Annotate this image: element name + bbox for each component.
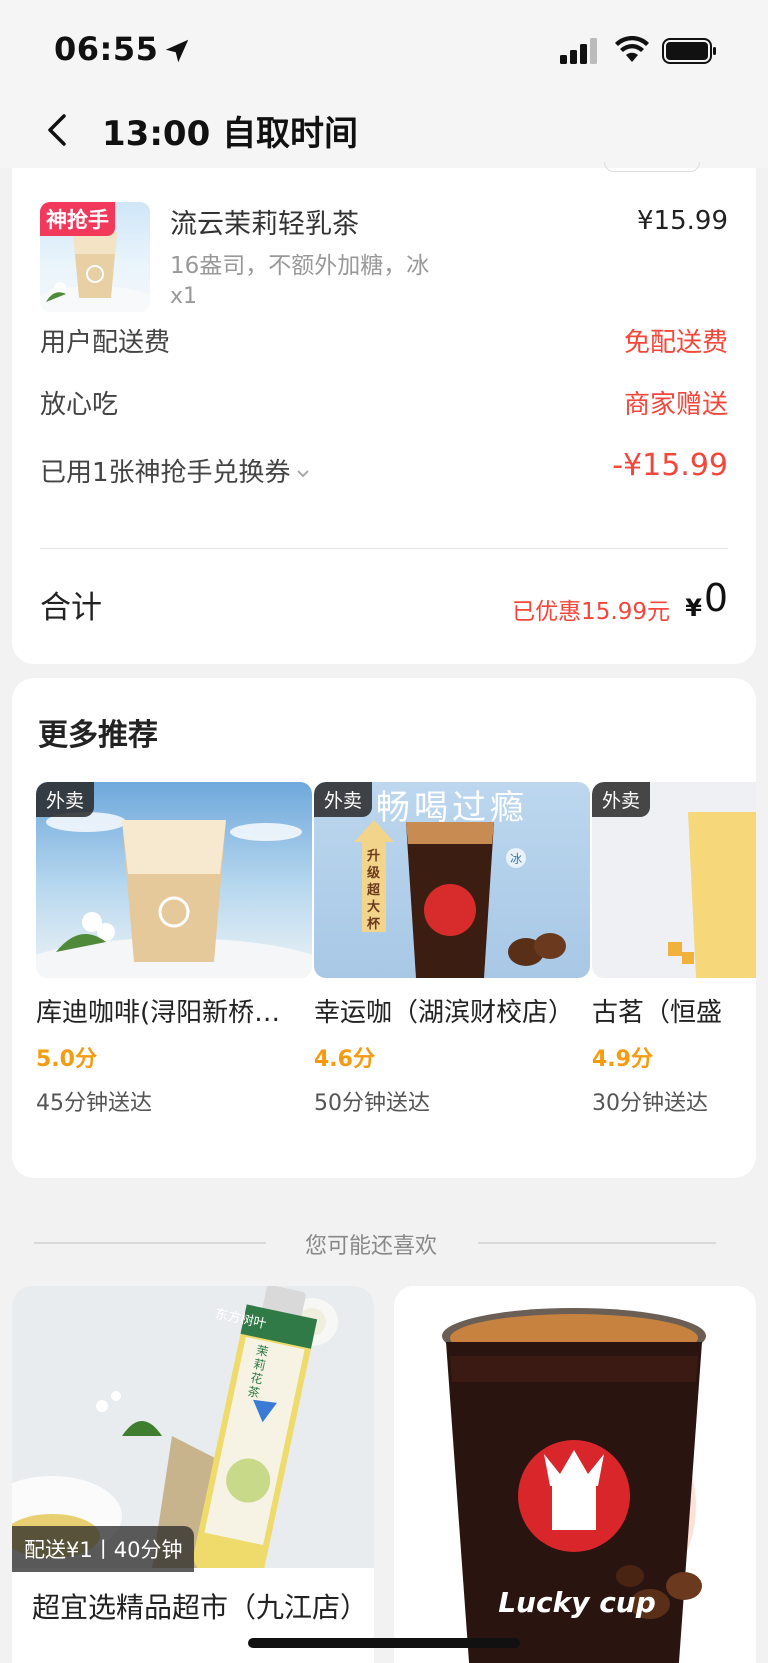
coupon-row[interactable]: 已用1张神抢手兑换券 -¥15.99 [40, 448, 728, 492]
recommend-item-score: 5.0分 [36, 1047, 97, 1072]
recommend-item-tag: 外卖 [314, 782, 373, 817]
total-discount: 已优惠15.99元 [512, 599, 670, 625]
recommend-item-image[interactable]: 畅喝过瘾 升级超大杯 冰 外卖 [314, 782, 590, 978]
chevron-down-icon [296, 469, 309, 477]
delivery-fee-row: 用户配送费 免配送费 [40, 322, 728, 362]
wifi-icon [615, 36, 649, 62]
total-currency: ¥ [685, 594, 702, 622]
order-summary-card: 神抢手 流云茉莉轻乳茶 16盎司，不额外加糖，冰 x1 ¥15.99 用户配送费… [12, 162, 756, 664]
feed-card-title: 超宜选精品超市（九江店） [32, 1591, 369, 1624]
recommend-item-time: 50分钟送达 [314, 1091, 430, 1116]
product-price: ¥15.99 [637, 206, 728, 236]
cup-brand-label: Lucky cup [498, 1586, 656, 1619]
recommend-item-name: 库迪咖啡(浔阳新桥… [36, 998, 281, 1028]
fee-label: 放心吃 [40, 390, 119, 420]
fee-value: 商家赠送 [623, 390, 728, 420]
also-like-label: 您可能还喜欢 [304, 1234, 437, 1259]
card-tab-edge [604, 162, 700, 172]
feed-card[interactable]: Lucky cup [394, 1286, 756, 1663]
recommend-item[interactable]: 外卖 库迪咖啡(浔阳新桥… 5.0分 45分钟送达 [36, 782, 312, 1117]
recommend-item[interactable]: 畅喝过瘾 升级超大杯 冰 外卖 幸运咖（湖滨财校店） 4.6分 50分钟送达 [314, 782, 590, 1117]
product-promo-tag: 神抢手 [40, 202, 115, 236]
fee-label: 用户配送费 [40, 328, 171, 358]
recommend-item[interactable]: 外卖 古茗（恒盛 4.9分 30分钟送达 [592, 782, 756, 1117]
recommend-item-score: 4.6分 [314, 1047, 375, 1072]
coupon-label-text: 已用1张神抢手兑换券 [40, 458, 291, 488]
recommend-item-name: 古茗（恒盛 [592, 998, 723, 1028]
page-title: 13:00 自取时间 [102, 114, 359, 154]
upsize-badge-text: 升级超大杯 [367, 849, 381, 932]
product-quantity: x1 [170, 284, 198, 309]
product-name: 流云茉莉轻乳茶 [170, 209, 359, 240]
recommend-item-tag: 外卖 [36, 782, 95, 817]
recommend-item-image[interactable]: 外卖 [36, 782, 312, 978]
recommend-item-image[interactable]: 外卖 [592, 782, 756, 978]
safe-eat-row: 放心吃 商家赠送 [40, 384, 728, 424]
location-arrow-icon [165, 39, 189, 63]
nav-bar: 13:00 自取时间 [0, 96, 768, 168]
product-spec: 16盎司，不额外加糖，冰 [170, 253, 430, 279]
recommend-section: 更多推荐 外卖 库迪咖啡(浔阳新桥… 5.0分 45分钟送达 畅喝过瘾 升级超大… [12, 678, 756, 1178]
feed-card[interactable]: 东方树叶 茉莉花茶 配送¥1丨40分钟 超宜选精品超市（九江店） [12, 1286, 374, 1663]
recommend-item-tag: 外卖 [592, 782, 651, 817]
recommend-item-time: 30分钟送达 [592, 1091, 708, 1116]
product-image[interactable]: 神抢手 [40, 202, 150, 312]
fee-value: 免配送费 [623, 328, 728, 358]
also-like-divider: 您可能还喜欢 [0, 1224, 768, 1260]
recommend-item-score: 4.9分 [592, 1047, 653, 1072]
total-label: 合计 [40, 590, 102, 626]
recommend-title: 更多推荐 [38, 718, 158, 753]
recommend-item-time: 45分钟送达 [36, 1091, 152, 1116]
divider-line-right [478, 1242, 716, 1244]
back-arrow-icon[interactable] [40, 110, 76, 150]
total-value: 0 [703, 576, 728, 620]
coupon-label[interactable]: 已用1张神抢手兑换券 [40, 452, 311, 489]
cellular-signal-icon [560, 38, 597, 64]
home-indicator[interactable] [248, 1638, 520, 1648]
recommend-item-name: 幸运咖（湖滨财校店） [314, 998, 575, 1028]
coupon-discount-value: -¥15.99 [612, 448, 728, 483]
status-time: 06:55 [54, 30, 159, 68]
divider [40, 548, 728, 549]
delivery-badge: 配送¥1丨40分钟 [12, 1526, 195, 1572]
battery-icon [662, 38, 716, 64]
status-bar: 06:55 [0, 0, 768, 96]
ice-label: 冰 [509, 852, 522, 866]
